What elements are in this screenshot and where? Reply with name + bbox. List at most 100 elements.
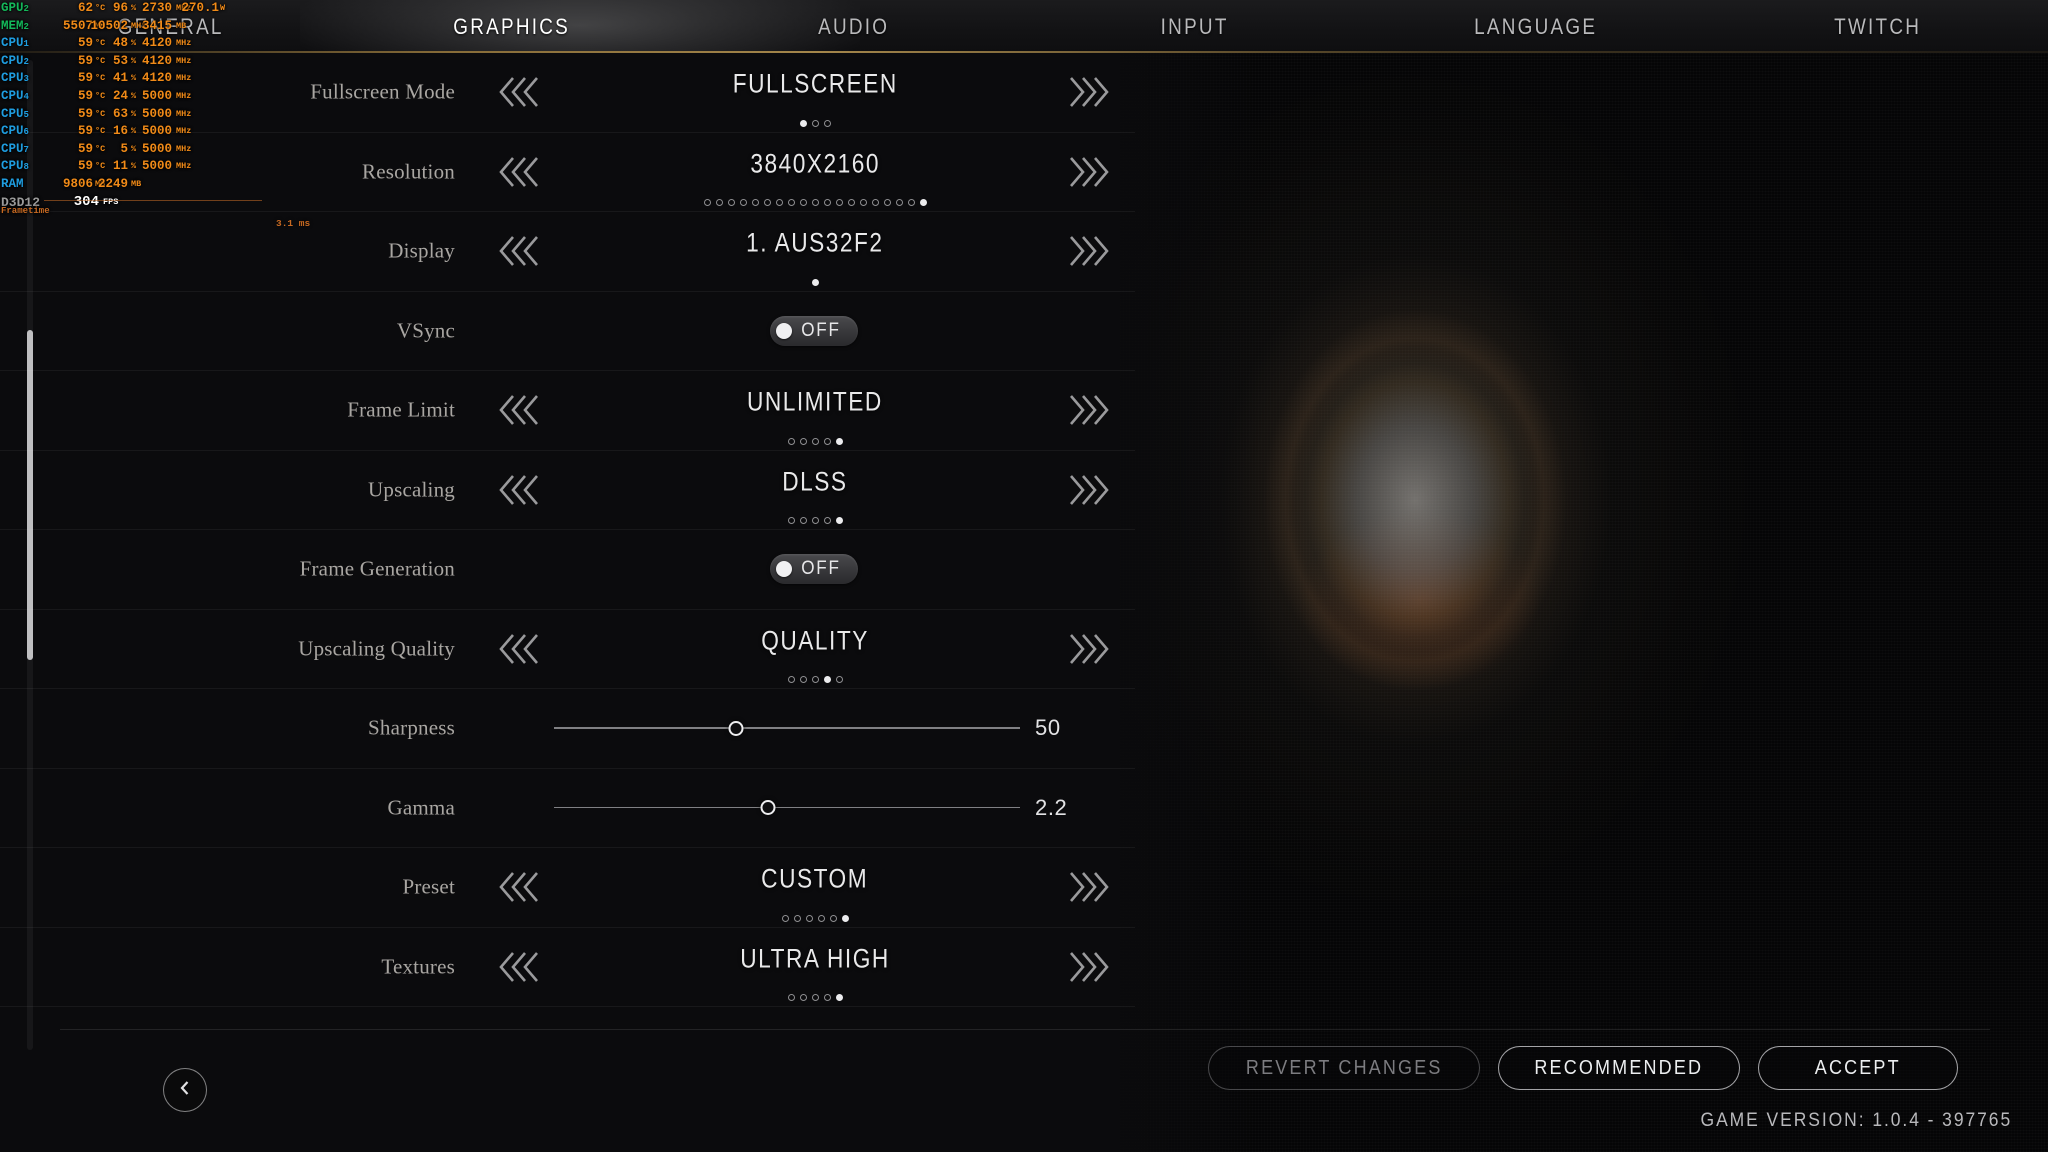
option-dot <box>823 437 831 445</box>
increment-button[interactable] <box>1060 865 1118 909</box>
option-dot <box>823 119 831 127</box>
option-dot <box>895 199 903 206</box>
setting-row: Fullscreen Mode FULLSCREEN <box>0 53 1135 133</box>
decrement-button[interactable] <box>490 468 548 512</box>
increment-button[interactable] <box>1060 468 1118 512</box>
setting-value: ULTRA HIGH <box>740 943 890 974</box>
option-dots <box>565 994 1065 1001</box>
option-dot <box>847 199 855 206</box>
setting-label: Fullscreen Mode <box>310 79 455 104</box>
setting-slider[interactable] <box>554 717 1020 739</box>
option-dot <box>823 517 831 524</box>
decrement-button[interactable] <box>490 229 548 273</box>
settings-list: Fullscreen Mode FULLSCREEN Resolution 3840X… <box>0 53 1135 1028</box>
decrement-button[interactable] <box>490 388 548 432</box>
recommended-button[interactable]: RECOMMENDED <box>1498 1046 1740 1090</box>
chevron-right-triple-icon <box>1063 72 1115 112</box>
setting-row: VSync OFF <box>0 292 1135 371</box>
chevron-left-triple-icon <box>493 629 545 669</box>
option-dot <box>799 676 807 683</box>
slider-track <box>554 727 1020 729</box>
increment-button[interactable] <box>1060 70 1118 114</box>
chevron-left-icon <box>176 1079 194 1102</box>
option-dot <box>787 517 795 524</box>
increment-button[interactable] <box>1060 627 1118 671</box>
option-dot <box>763 199 771 206</box>
slider-value: 2.2 <box>1035 794 1068 820</box>
setting-label: Gamma <box>387 795 455 820</box>
setting-label: Display <box>388 238 455 263</box>
tab-input[interactable]: INPUT <box>1048 0 1342 53</box>
option-dot <box>811 199 819 206</box>
tab-twitch[interactable]: TWITCH <box>1731 0 2025 53</box>
option-dot <box>799 119 807 127</box>
slider-track <box>554 806 1020 809</box>
option-dot <box>823 676 831 683</box>
option-dot <box>781 914 789 922</box>
increment-button[interactable] <box>1060 945 1118 989</box>
settings-screen: GENERAL GRAPHICS AUDIO INPUT LANGUAGE TW… <box>0 0 2048 1152</box>
decrement-button[interactable] <box>490 150 548 194</box>
toggle-value: OFF <box>801 558 841 580</box>
decrement-button[interactable] <box>490 865 548 909</box>
option-dot <box>775 199 783 206</box>
option-dot <box>727 199 735 206</box>
setting-row: Display 1. AUS32F2 <box>0 212 1135 292</box>
setting-label: Preset <box>402 874 455 899</box>
option-dot <box>811 278 819 286</box>
slider-handle[interactable] <box>728 720 744 736</box>
option-dot <box>835 199 843 206</box>
option-dot <box>919 199 927 206</box>
option-dot <box>871 199 879 206</box>
setting-label: Textures <box>381 954 455 979</box>
setting-value: FULLSCREEN <box>732 68 898 99</box>
setting-row: Sharpness 50 <box>0 689 1135 769</box>
chevron-right-triple-icon <box>1063 867 1115 907</box>
option-dot <box>841 914 849 922</box>
option-dot <box>823 994 831 1001</box>
setting-row: Upscaling Quality QUALITY <box>0 610 1135 689</box>
tab-audio[interactable]: AUDIO <box>707 0 1001 53</box>
option-dot <box>811 517 819 524</box>
option-dot <box>817 914 825 922</box>
setting-toggle[interactable]: OFF <box>770 315 858 346</box>
option-dots <box>565 278 1065 286</box>
toggle-knob-icon <box>776 561 792 578</box>
setting-value: UNLIMITED <box>747 386 883 417</box>
option-dot <box>787 199 795 206</box>
option-dot <box>715 199 723 206</box>
decrement-button[interactable] <box>490 945 548 989</box>
setting-label: Frame Generation <box>299 556 455 581</box>
option-dot <box>835 437 843 445</box>
slider-handle[interactable] <box>760 800 776 816</box>
tab-graphics[interactable]: GRAPHICS <box>365 0 659 53</box>
chevron-left-triple-icon <box>493 152 545 192</box>
decrement-button[interactable] <box>490 627 548 671</box>
option-dot <box>787 676 795 683</box>
revert-changes-button[interactable]: REVERT CHANGES <box>1208 1046 1481 1090</box>
setting-toggle[interactable]: OFF <box>770 554 858 585</box>
option-dot <box>799 994 807 1001</box>
chevron-left-triple-icon <box>493 390 545 430</box>
back-button[interactable] <box>163 1068 207 1112</box>
setting-slider[interactable] <box>554 797 1020 819</box>
option-dot <box>793 914 801 922</box>
increment-button[interactable] <box>1060 388 1118 432</box>
increment-button[interactable] <box>1060 229 1118 273</box>
tab-general[interactable]: GENERAL <box>24 0 318 53</box>
toggle-knob-icon <box>776 322 792 339</box>
frametime-ms-label: 3.1 ms <box>276 218 311 229</box>
option-dots <box>565 517 1065 524</box>
option-dot <box>787 437 795 445</box>
setting-label: Sharpness <box>368 715 455 740</box>
setting-label: Upscaling <box>368 477 455 502</box>
chevron-right-triple-icon <box>1063 947 1115 987</box>
chevron-right-triple-icon <box>1063 231 1115 271</box>
increment-button[interactable] <box>1060 150 1118 194</box>
setting-row: Frame Generation OFF <box>0 530 1135 610</box>
accept-button[interactable]: ACCEPT <box>1758 1046 1958 1090</box>
decrement-button[interactable] <box>490 70 548 114</box>
option-dot <box>799 517 807 524</box>
slider-value: 50 <box>1035 715 1061 741</box>
tab-language[interactable]: LANGUAGE <box>1389 0 1683 53</box>
